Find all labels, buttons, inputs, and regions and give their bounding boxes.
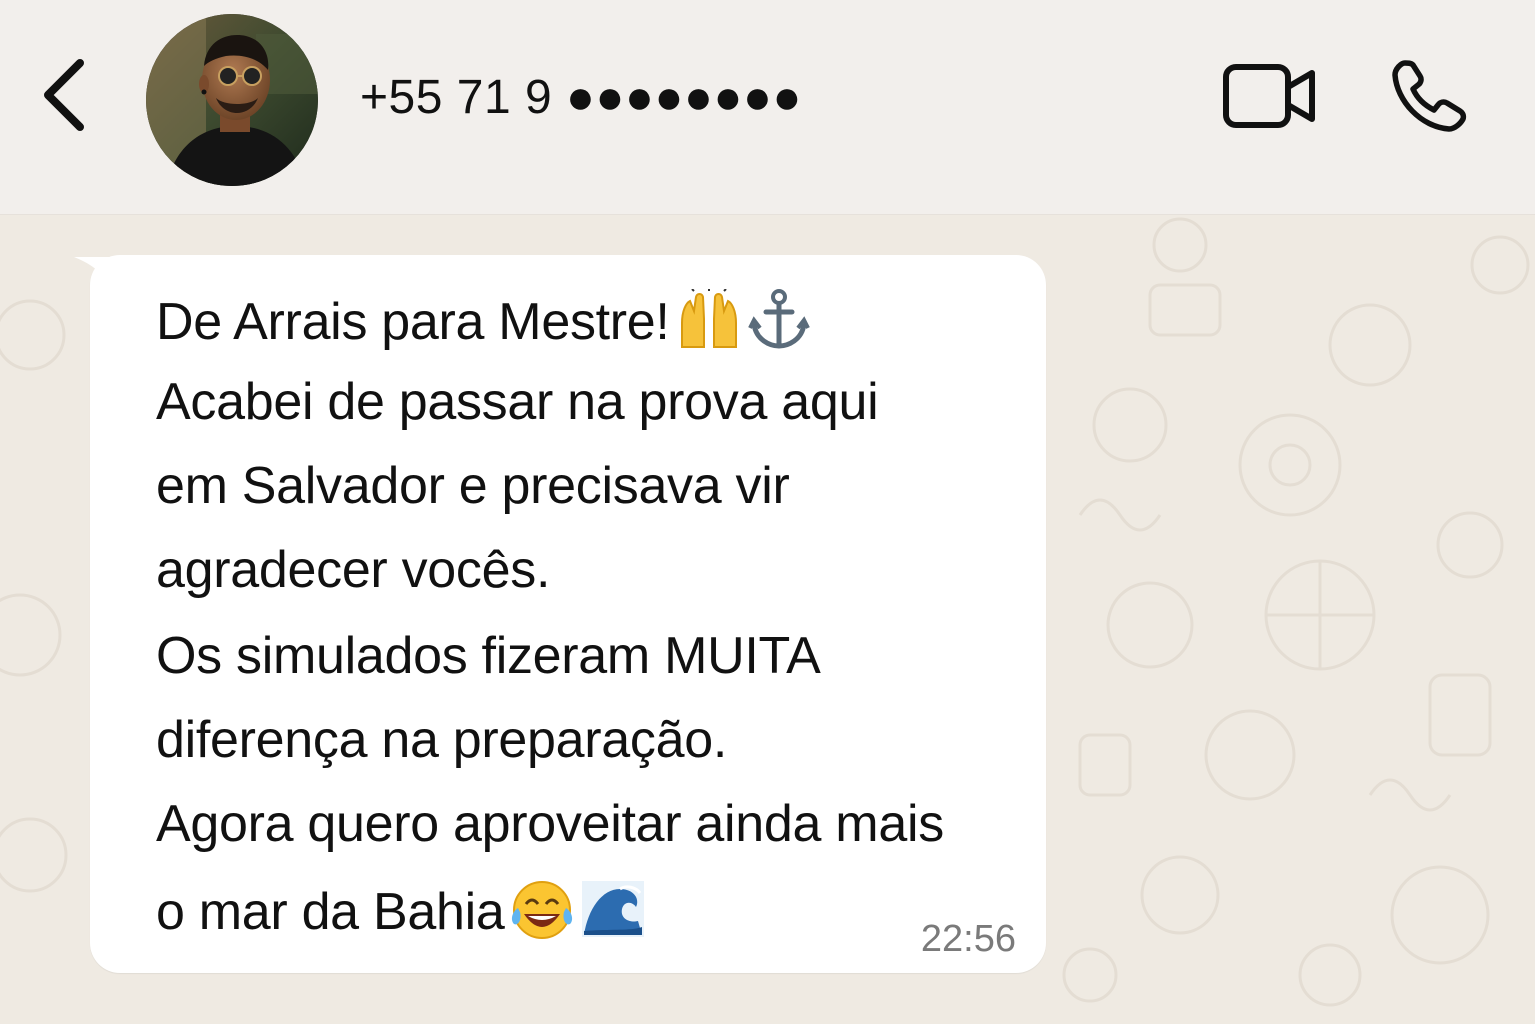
chat-header: +55 71 9 ●●●●●●●● [0,0,1535,215]
phone-icon [1391,57,1469,138]
back-button[interactable] [30,52,100,142]
tears-of-joy-emoji [510,878,574,953]
raising-hands-emoji [676,288,742,362]
message-line: Agora quero aproveitar ainda mais [156,795,944,853]
message-line: De Arrais para Mestre! [156,288,810,363]
chat-body[interactable]: De Arrais para Mestre! Acabei de passar … [0,215,1535,1024]
message-bubble-body: De Arrais para Mestre! Acabei de passar … [90,255,1046,973]
message-line: Acabei de passar na prova aqui [156,373,879,431]
message-timestamp: 22:56 [920,918,1016,960]
message-line: diferença na preparação. [156,711,727,769]
chat-screen: +55 71 9 ●●●●●●●● De Arrais para Mestre!… [0,0,1535,1024]
message-line: Os simulados fizeram MUITA [156,627,821,685]
message-line-text: o mar da Bahia [156,883,505,942]
video-call-button[interactable] [1215,58,1325,138]
video-camera-icon [1222,63,1318,134]
message-bubble[interactable]: De Arrais para Mestre! Acabei de passar … [70,255,1050,975]
water-wave-emoji [580,879,646,952]
message-line-text: De Arrais para Mestre! [156,293,670,352]
voice-call-button[interactable] [1380,52,1480,142]
message-line: em Salvador e precisava vir [156,457,790,515]
anchor-emoji [747,288,810,363]
contact-avatar[interactable] [146,14,318,186]
message-line: o mar da Bahia [156,878,646,953]
message-line: agradecer vocês. [156,541,551,599]
chevron-left-icon [40,57,90,138]
contact-name[interactable]: +55 71 9 ●●●●●●●● [360,70,802,126]
